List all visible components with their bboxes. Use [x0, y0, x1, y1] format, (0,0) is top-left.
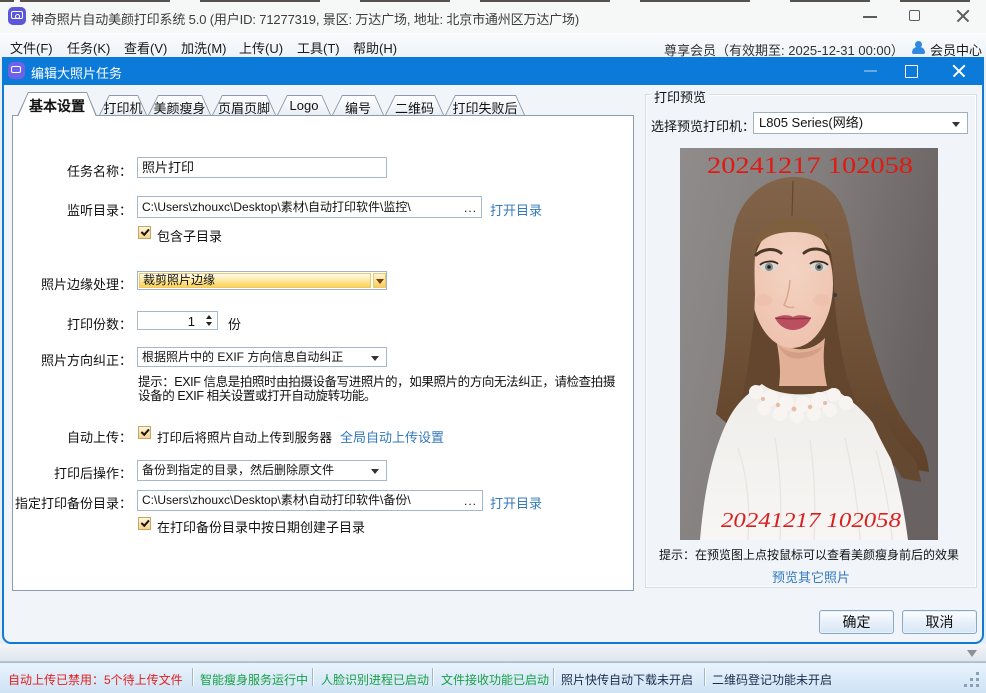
svg-text:20241217 102058: 20241217 102058 — [707, 153, 913, 178]
svg-text:20241217 102058: 20241217 102058 — [721, 508, 902, 532]
